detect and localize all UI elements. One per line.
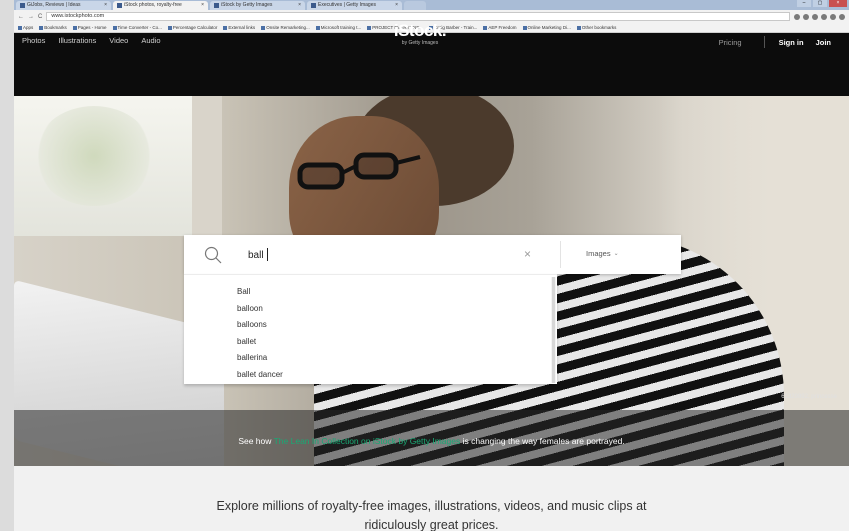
nav-audio[interactable]: Audio [141, 36, 160, 45]
istock-logo[interactable]: iStock. by Getty Images [385, 21, 455, 47]
browser-tabstrip: GiJobs, Reviews | Ideas × iStock photos, … [14, 0, 849, 10]
lean-in-collection-link[interactable]: The Lean In Collection on iStock by Gett… [274, 436, 461, 446]
favicon-icon [311, 3, 316, 8]
page-icon [261, 25, 266, 30]
extension-icon[interactable] [812, 13, 818, 20]
browser-tab[interactable]: iStock by Getty Images × [210, 1, 305, 10]
bookmark-item[interactable]: Onsite Remarketing... [261, 25, 310, 30]
search-input[interactable] [248, 245, 508, 265]
folder-icon [576, 25, 581, 30]
suggestion-item[interactable]: balloon [184, 301, 557, 318]
folder-icon [223, 25, 228, 30]
close-tab-icon[interactable]: × [395, 1, 398, 10]
browser-tab-active[interactable]: iStock photos, royalty-free × [113, 1, 208, 10]
page-icon [112, 25, 117, 30]
bookmark-item[interactable]: Bookmarks [39, 25, 67, 30]
menu-icon[interactable] [839, 13, 845, 20]
suggestion-item[interactable]: ballet dancer [184, 367, 557, 384]
favicon-icon [117, 3, 122, 8]
promo-text: See how The Lean In Collection on iStock… [238, 436, 625, 446]
page-icon [167, 25, 172, 30]
page-icon [522, 25, 527, 30]
text-caret [267, 248, 268, 261]
media-type-value: Images [586, 249, 611, 258]
star-icon [39, 25, 44, 30]
search-bar: × Images ⌄ [184, 235, 681, 274]
close-window-icon[interactable]: × [829, 0, 847, 7]
search-icon[interactable] [204, 246, 222, 264]
sign-in-link[interactable]: Sign in [779, 38, 804, 47]
favicon-icon [214, 3, 219, 8]
nav-photos[interactable]: Photos [22, 36, 45, 45]
reload-icon[interactable]: C [38, 14, 42, 20]
extension-icons [794, 13, 845, 20]
bookmark-item[interactable]: External links [223, 25, 255, 30]
apps-icon [18, 25, 22, 30]
search-divider [560, 241, 561, 268]
close-tab-icon[interactable]: × [201, 1, 204, 10]
bookmark-item[interactable]: Pages - Home [72, 25, 107, 30]
join-link[interactable]: Join [816, 38, 831, 47]
favicon-icon [20, 3, 25, 8]
image-credit: 61329892, princesse [781, 394, 837, 400]
browser-tab[interactable]: GiJobs, Reviews | Ideas × [16, 1, 111, 10]
scrollbar-thumb[interactable] [552, 277, 555, 383]
nav-illustrations[interactable]: Illustrations [58, 36, 96, 45]
page-icon [72, 25, 77, 30]
bookmark-item[interactable]: AEP Freedom [483, 25, 517, 30]
bookmark-item[interactable]: Microsoft training t... [315, 25, 361, 30]
search-suggestions: Ball balloon balloons ballet ballerina b… [184, 274, 557, 384]
extension-icon[interactable] [830, 13, 836, 20]
new-tab-button[interactable] [404, 1, 426, 10]
hero-plant [34, 106, 154, 206]
hero-glasses [297, 152, 421, 190]
bookmark-item[interactable]: Other bookmarks [576, 25, 616, 30]
bookmark-star-icon[interactable] [803, 13, 809, 20]
browser-tab[interactable]: Executives | Getty Images × [307, 1, 402, 10]
forward-icon[interactable]: → [28, 14, 34, 20]
logo-sub: by Getty Images [401, 40, 439, 46]
clear-search-icon[interactable]: × [524, 248, 531, 260]
account-nav: Pricing Sign in Join [719, 36, 831, 48]
suggestions-scrollbar[interactable] [551, 277, 556, 383]
maximize-icon[interactable]: ▢ [813, 0, 827, 7]
suggestion-item[interactable]: ballerina [184, 350, 557, 367]
close-tab-icon[interactable]: × [104, 1, 107, 10]
bookmark-item[interactable]: Apps [18, 25, 33, 30]
page-icon [315, 25, 320, 30]
chevron-down-icon: ⌄ [613, 251, 619, 257]
logo-brand: iStock. [393, 21, 447, 40]
back-icon[interactable]: ← [18, 14, 24, 20]
tagline: Explore millions of royalty-free images,… [216, 499, 647, 531]
primary-nav: Photos Illustrations Video Audio [22, 36, 161, 45]
nav-video[interactable]: Video [109, 36, 128, 45]
zoom-icon[interactable] [794, 13, 800, 20]
pricing-link[interactable]: Pricing [719, 38, 742, 47]
media-type-select[interactable]: Images ⌄ [586, 249, 619, 258]
extension-icon[interactable] [821, 13, 827, 20]
bookmark-item[interactable]: Percentage Calculator [167, 25, 217, 30]
suggestion-item[interactable]: ballet [184, 334, 557, 351]
close-tab-icon[interactable]: × [298, 1, 301, 10]
suggestion-item[interactable]: balloons [184, 317, 557, 334]
url-input[interactable]: www.istockphoto.com [46, 12, 790, 21]
bookmark-item[interactable]: Online Marketing Di... [522, 25, 571, 30]
page-icon [483, 25, 488, 30]
bookmark-item[interactable]: Time Converter - Co... [112, 25, 162, 30]
page-icon [367, 25, 372, 30]
window-controls: – ▢ × [797, 0, 847, 7]
suggestion-item[interactable]: Ball [184, 284, 557, 301]
nav-divider [763, 36, 765, 48]
minimize-icon[interactable]: – [797, 0, 811, 7]
